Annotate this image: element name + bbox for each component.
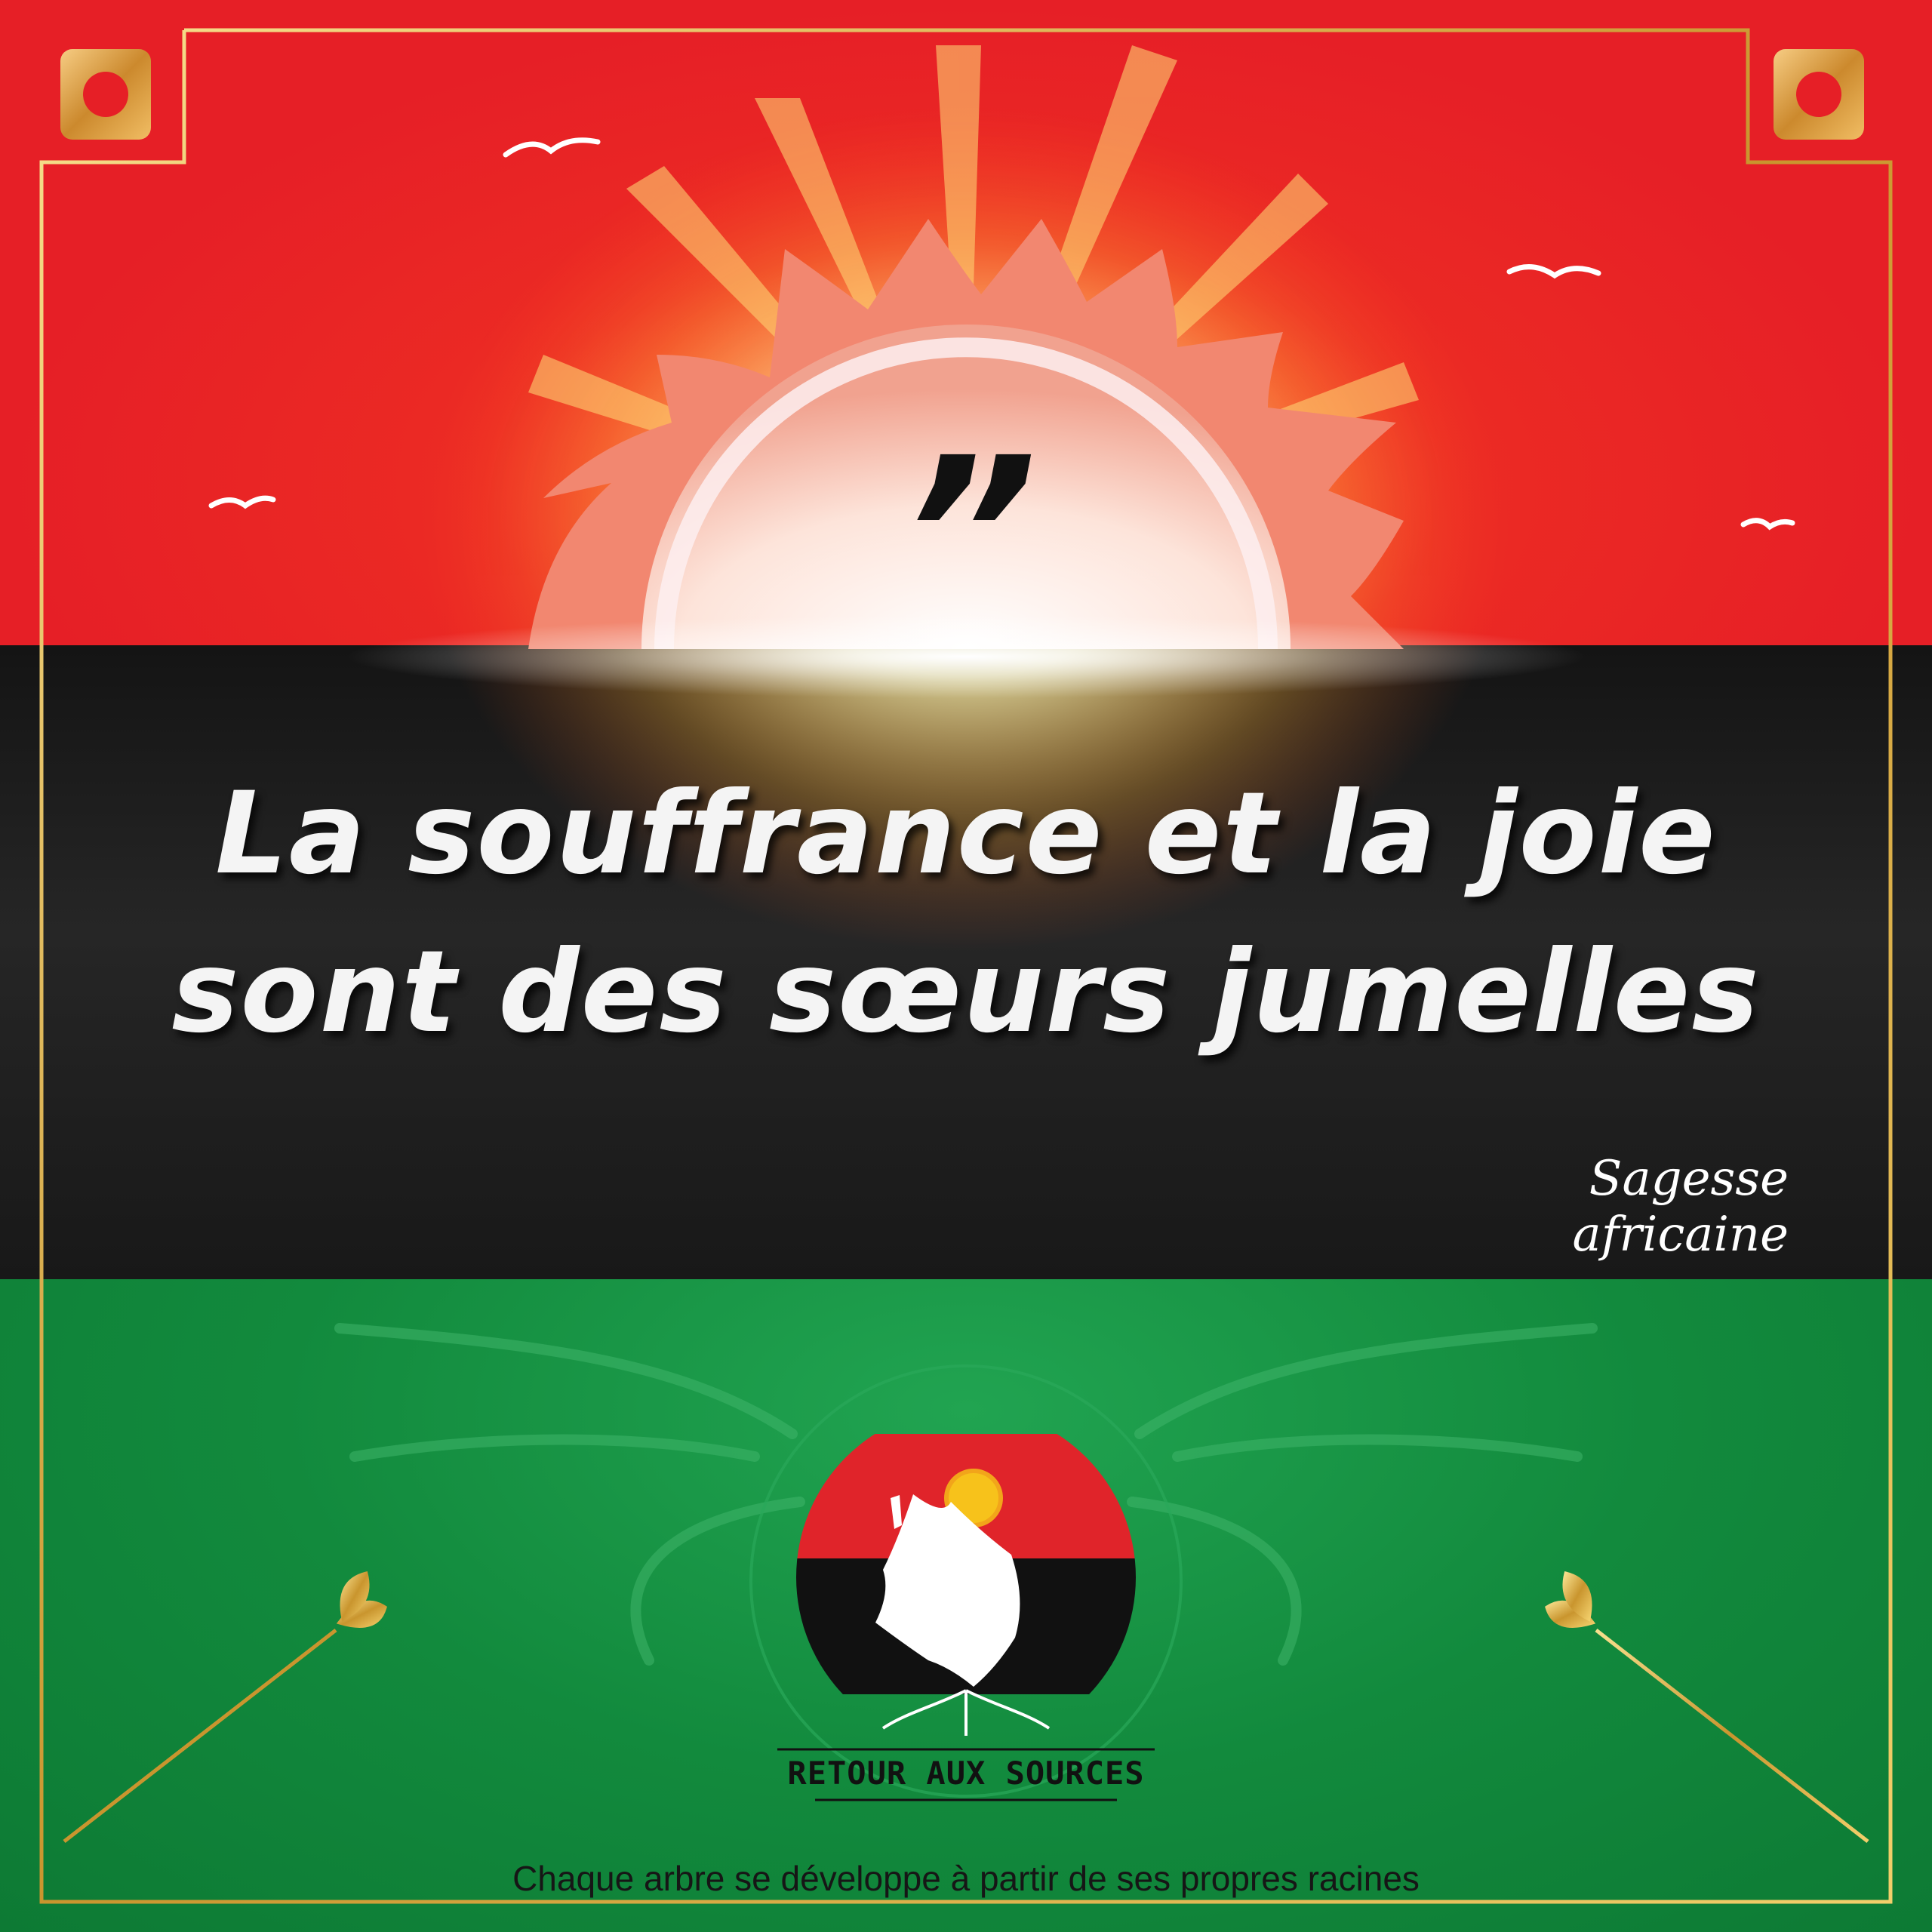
brand-name: RETOUR AUX SOURCES (787, 1755, 1145, 1792)
logo-emblem (749, 1364, 1183, 1801)
quote-mark: ” (901, 413, 1038, 659)
brand-tagline: Chaque arbre se développe à partir de se… (512, 1859, 1420, 1898)
quote-line-2: sont des sœurs jumelles (171, 927, 1761, 1058)
quote-attribution: Sagesse africaine (1572, 1151, 1789, 1263)
quote-line-1: La souffrance et la joie (215, 768, 1717, 900)
